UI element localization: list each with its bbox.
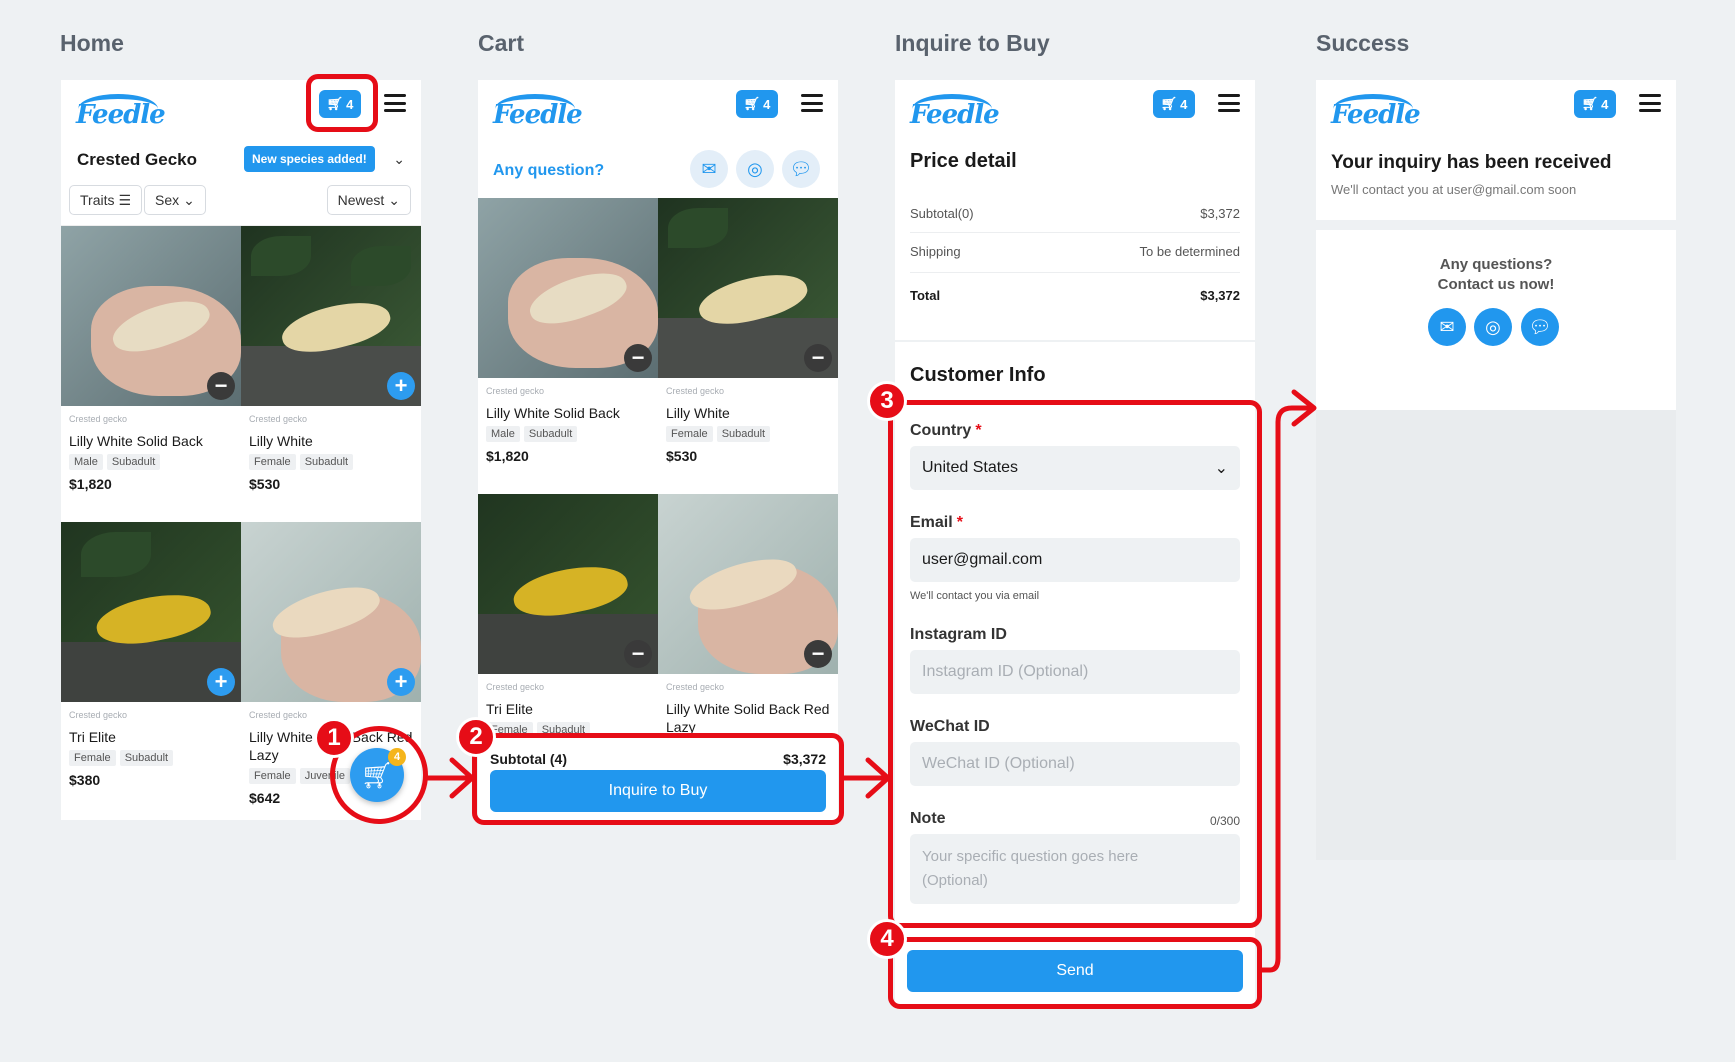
flow-arrows	[425, 389, 1317, 973]
arrow-step-3	[1259, 405, 1315, 973]
